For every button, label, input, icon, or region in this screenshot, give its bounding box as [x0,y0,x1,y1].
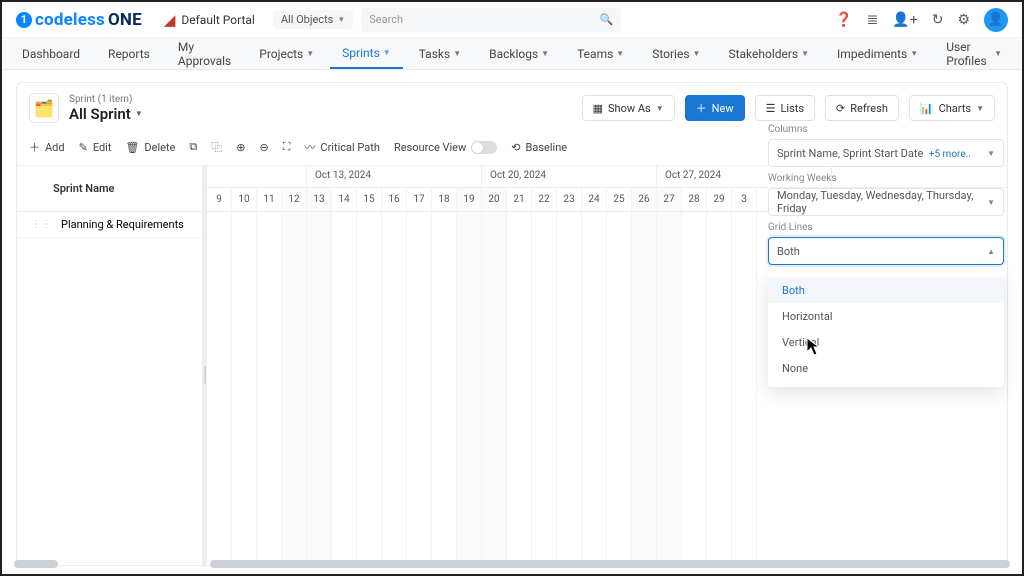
nav-teams[interactable]: Teams▼ [565,38,636,69]
portal-label: Default Portal [181,13,254,27]
timeline-day-header: 13 [307,188,332,211]
chevron-down-icon: ▼ [987,149,995,158]
timeline-day-header: 20 [482,188,507,211]
gridlines-option-horizontal[interactable]: Horizontal [768,303,1004,329]
nav-impediments[interactable]: Impediments▼ [825,38,930,69]
timeline-day-header: 29 [707,188,732,211]
timeline-day-header: 11 [257,188,282,211]
gridlines-option-vertical[interactable]: Vertical [768,329,1004,355]
critical-path-button[interactable]: 〰 Critical Path [304,139,380,155]
show-as-button[interactable]: ▦ Show As ▼ [582,95,675,121]
timeline-day-header: 24 [582,188,607,211]
zoom-in-icon[interactable]: ⊕ [236,141,245,154]
nav-my-approvals[interactable]: My Approvals [166,38,243,69]
resource-view-toggle[interactable]: Resource View [394,141,497,154]
app-logo[interactable]: 1 codelessONE [16,10,142,30]
timeline-day-header: 28 [682,188,707,211]
gridlines-dropdown: BothHorizontalVerticalNone [768,271,1004,387]
timeline-day-header: 27 [657,188,682,211]
timeline-day-header: 22 [532,188,557,211]
timeline-day-header: 21 [507,188,532,211]
nav-dashboard[interactable]: Dashboard [10,38,92,69]
fit-icon[interactable]: ⛶ [283,140,291,154]
timeline-day-header: 19 [457,188,482,211]
timeline-day-header: 18 [432,188,457,211]
portal-selector[interactable]: ◢ Default Portal [164,11,255,29]
gridlines-option-both[interactable]: Both [768,277,1004,303]
timeline-day-header: 14 [332,188,357,211]
gridlines-select[interactable]: Both▲ [768,237,1004,265]
settings-icon[interactable]: ⚙ [957,12,970,28]
row-name: Planning & Requirements [61,218,184,231]
copy-icon[interactable]: ⧉ [189,140,197,154]
new-button[interactable]: ＋ New [685,95,745,121]
columns-label: Columns [768,124,1004,135]
timeline-day-header: 23 [557,188,582,211]
view-settings-panel: Columns Sprint Name, Sprint Start Date +… [756,110,1008,564]
nav-sprints[interactable]: Sprints▼ [330,38,403,69]
timeline-week-header: Oct 13, 2024 [307,166,482,187]
timeline-day-header: 12 [282,188,307,211]
drag-handle-icon[interactable]: ⋮⋮ [31,219,51,230]
database-icon[interactable]: ≣ [867,12,879,28]
nav-stories[interactable]: Stories▼ [640,38,712,69]
nav-reports[interactable]: Reports [96,38,162,69]
page-title[interactable]: All Sprint▼ [69,105,143,123]
nav-backlogs[interactable]: Backlogs▼ [477,38,561,69]
portal-icon: ◢ [164,11,176,29]
timeline-day-header: 15 [357,188,382,211]
chevron-up-icon: ▲ [987,247,995,256]
object-scope-select[interactable]: All Objects▼ [273,10,353,29]
table-row[interactable]: ⋮⋮ Planning & Requirements [17,212,202,238]
delete-button[interactable]: 🗑 Delete [125,141,175,154]
gridlines-label: Grid Lines [768,222,1004,233]
timeline-week-header: Oct 20, 2024 [482,166,657,187]
timeline-day-header: 17 [407,188,432,211]
timeline-day-header: 25 [607,188,632,211]
add-button[interactable]: ＋ Add [29,139,65,155]
view-type-icon: 🗂️ [29,93,59,123]
columns-select[interactable]: Sprint Name, Sprint Start Date +5 more..… [768,139,1004,167]
avatar[interactable]: 👤 [984,8,1008,32]
baseline-button[interactable]: ⟲ Baseline [511,141,567,154]
add-user-icon[interactable]: 👤+ [892,12,917,28]
breadcrumb: Sprint (1 item) [69,94,143,105]
gridlines-option-none[interactable]: None [768,355,1004,381]
chevron-down-icon: ▼ [987,198,995,207]
nav-stakeholders[interactable]: Stakeholders▼ [716,38,821,69]
timeline-day-header: 9 [207,188,232,211]
working-weeks-select[interactable]: Monday, Tuesday, Wednesday, Thursday, Fr… [768,188,1004,216]
nav-user-profiles[interactable]: User Profiles▼ [934,38,1014,69]
history-icon[interactable]: ↻ [932,12,944,28]
working-weeks-label: Working Weeks [768,173,1004,184]
timeline-day-header: 3 [732,188,757,211]
grid-column-header: Sprint Name [17,166,202,212]
global-search-input[interactable]: Search 🔍 [361,8,621,32]
zoom-out-icon[interactable]: ⊖ [260,141,269,154]
search-icon: 🔍 [600,13,614,26]
edit-button[interactable]: ✎ Edit [79,141,112,154]
help-icon[interactable]: ❓ [835,12,852,28]
timeline-day-header: 16 [382,188,407,211]
nav-projects[interactable]: Projects▼ [247,38,326,69]
duplicate-icon[interactable]: ⿻ [211,139,222,155]
timeline-day-header: 10 [232,188,257,211]
nav-tasks[interactable]: Tasks▼ [407,38,473,69]
timeline-day-header: 26 [632,188,657,211]
